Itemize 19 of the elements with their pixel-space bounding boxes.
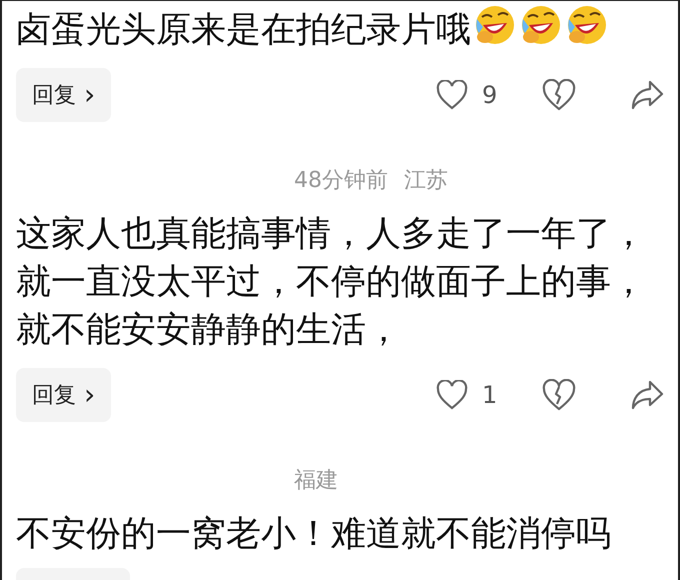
like-count: 1 <box>482 380 498 411</box>
laughing-crying-emoji-icon <box>519 3 563 47</box>
comment-text: 卤蛋光头原来是在拍纪录片哦 <box>16 3 664 54</box>
reply-button[interactable]: 回复 › <box>16 368 112 422</box>
like-count: 9 <box>482 80 498 111</box>
broken-heart-icon[interactable] <box>542 79 576 111</box>
broken-heart-icon[interactable] <box>542 379 576 411</box>
laughing-crying-emoji-icon <box>565 3 609 47</box>
reply-button[interactable]: 回复 › <box>16 68 112 122</box>
comment-location: 江苏 <box>404 167 448 195</box>
heart-icon[interactable] <box>436 380 468 410</box>
comment-location: 福建 <box>294 467 338 495</box>
comment-text: 不安份的一窝老小！难道就不能消停吗 <box>16 513 612 556</box>
laughing-crying-emoji-icon <box>473 3 517 47</box>
comment-text: 这家人也真能搞事情，人多走了一年了，就一直没太平过，不停的做面子上的事，就不能安安静静的生活， <box>16 213 647 352</box>
share-icon[interactable] <box>630 80 664 110</box>
comment-time: 48分钟前 <box>294 167 388 195</box>
share-icon[interactable] <box>630 380 664 410</box>
heart-icon[interactable] <box>436 80 468 110</box>
